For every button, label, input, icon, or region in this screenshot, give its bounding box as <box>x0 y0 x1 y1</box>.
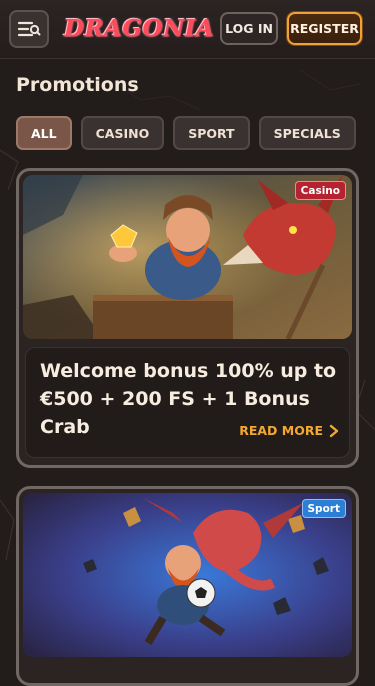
page-title: Promotions <box>16 74 139 96</box>
promotion-details: Welcome bonus 100% up to €500 + 200 FS +… <box>25 347 350 458</box>
login-button[interactable]: LOG IN <box>220 12 278 45</box>
read-more-link[interactable]: READ MORE <box>239 423 339 438</box>
promotion-filters: ALL CASINO SPORT SPECIALS <box>16 116 356 150</box>
category-tag-sport: Sport <box>301 499 346 518</box>
chevron-right-icon <box>329 424 339 437</box>
register-button[interactable]: REGISTER <box>287 12 362 45</box>
promotion-card[interactable]: Casino Welcome bonus 100% up to €500 + 2… <box>16 168 359 468</box>
logo[interactable]: DRAGONIA <box>64 12 214 46</box>
dwarf-football-dragon-illustration <box>23 493 352 657</box>
menu-button[interactable] <box>9 10 49 48</box>
read-more-label: READ MORE <box>239 423 323 438</box>
promotion-image: Sport <box>23 493 352 657</box>
category-tag-casino: Casino <box>294 181 346 200</box>
promotion-image: Casino <box>23 175 352 339</box>
filter-all[interactable]: ALL <box>16 116 72 150</box>
top-bar: DRAGONIA LOG IN REGISTER <box>0 0 375 59</box>
menu-search-icon <box>17 21 41 37</box>
filter-casino[interactable]: CASINO <box>80 116 165 150</box>
filter-specials[interactable]: SPECIALS <box>258 116 356 150</box>
filter-sport[interactable]: SPORT <box>173 116 250 150</box>
promotion-card[interactable]: Sport <box>16 486 359 686</box>
